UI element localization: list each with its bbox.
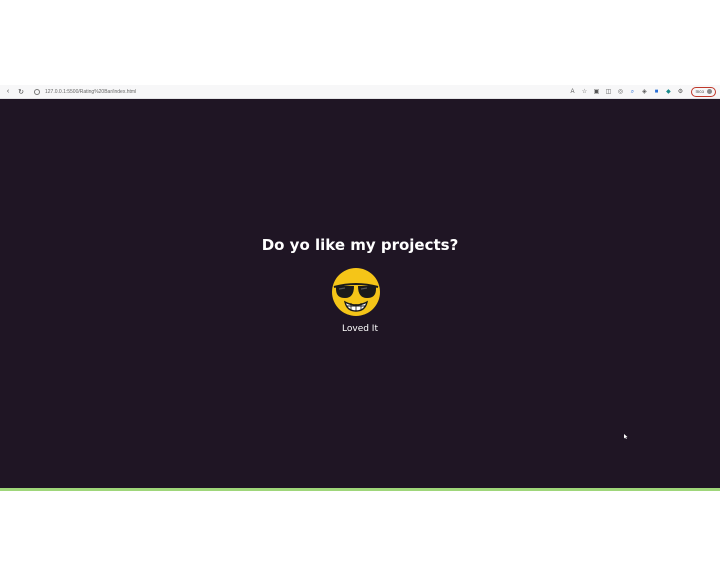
rating-question: Do yo like my projects?	[261, 236, 459, 254]
collections-icon[interactable]: ◎	[617, 89, 623, 95]
top-blank-area	[0, 0, 720, 85]
read-aloud-icon[interactable]: A	[569, 89, 575, 95]
rating-page: Do yo like my projects? Loved It	[0, 99, 720, 488]
zoom-icon[interactable]: ⌕	[629, 89, 635, 95]
split-screen-icon[interactable]: ◫	[605, 89, 612, 95]
browser-essentials-icon[interactable]: ■	[653, 89, 659, 95]
browser-toolbar: ‹ ↻ 127.0.0.1:5500/Rating%20Bar/index.ht…	[0, 85, 720, 99]
copilot-icon[interactable]: ◆	[665, 89, 671, 95]
back-icon[interactable]: ‹	[3, 87, 13, 97]
shopping-icon[interactable]: ◈	[641, 89, 647, 95]
address-text[interactable]: 127.0.0.1:5500/Rating%20Bar/index.html	[45, 89, 136, 95]
mouse-cursor-icon	[624, 434, 628, 439]
favorites-icon[interactable]: ☆	[581, 89, 587, 95]
avatar	[707, 89, 712, 94]
profile-button[interactable]: Inco	[691, 86, 716, 97]
bottom-blank-area	[0, 491, 720, 576]
extensions-icon[interactable]: ▣	[593, 89, 600, 95]
reload-icon[interactable]: ↻	[16, 87, 26, 97]
settings-icon[interactable]: ⚙	[677, 89, 683, 95]
profile-label: Inco	[695, 89, 704, 94]
cool-emoji-icon[interactable]	[331, 267, 381, 317]
address-bar[interactable]: 127.0.0.1:5500/Rating%20Bar/index.html	[34, 87, 454, 97]
toolbar-icon-group: A ☆ ▣ ◫ ◎ ⌕ ◈ ■ ◆ ⚙ Inco	[569, 86, 716, 97]
rating-label: Loved It	[342, 324, 378, 334]
site-info-icon[interactable]	[34, 88, 40, 95]
